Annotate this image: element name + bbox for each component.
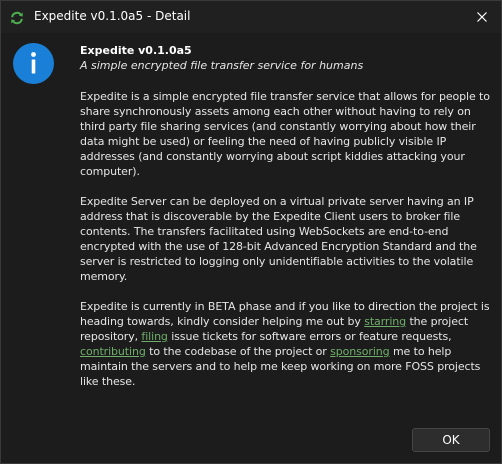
support-text-3: issue tickets for software errors or fea… (167, 330, 452, 343)
server-paragraph: Expedite Server can be deployed on a vir… (80, 195, 477, 283)
dialog-window: Expedite v0.1.0a5 - Detail Expedite v0.1… (0, 0, 502, 464)
dialog-footer: OK (1, 416, 501, 463)
window-title: Expedite v0.1.0a5 - Detail (34, 9, 191, 23)
title-bar[interactable]: Expedite v0.1.0a5 - Detail (1, 1, 501, 33)
info-icon (13, 43, 54, 84)
support-paragraph: Expedite is currently in BETA phase and … (80, 299, 494, 389)
contributing-link[interactable]: contributing (80, 345, 146, 358)
dialog-heading: Expedite v0.1.0a5 (80, 44, 192, 57)
sponsoring-link[interactable]: sponsoring (330, 345, 390, 358)
ok-button[interactable]: OK (412, 428, 490, 452)
description-paragraph: Expedite is a simple encrypted file tran… (80, 90, 490, 178)
refresh-arrows-icon (10, 10, 24, 25)
close-icon (476, 8, 488, 27)
dialog-subtitle: A simple encrypted file transfer service… (80, 59, 364, 72)
starring-link[interactable]: starring (364, 315, 406, 328)
dialog-content: Expedite v0.1.0a5 A simple encrypted fil… (80, 41, 494, 404)
support-text-4: to the codebase of the project or (145, 345, 331, 358)
filing-link[interactable]: filing (141, 330, 168, 343)
close-button[interactable] (473, 8, 491, 26)
